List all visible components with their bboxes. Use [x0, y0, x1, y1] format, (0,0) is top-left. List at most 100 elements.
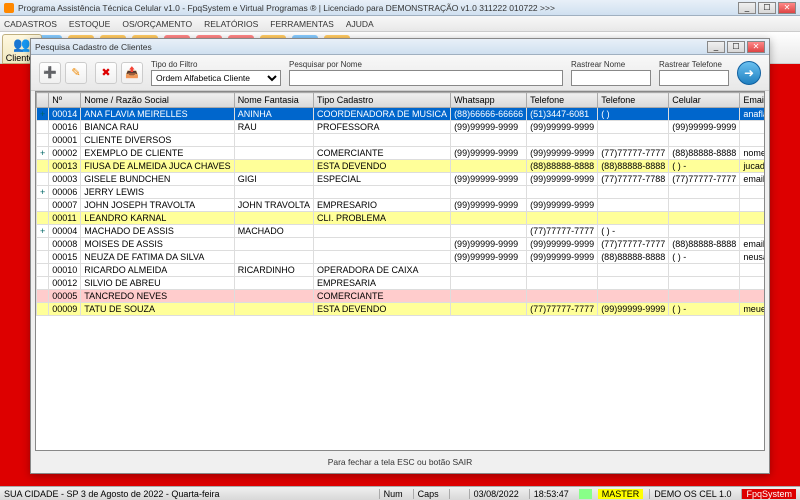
- table-cell: [740, 121, 765, 134]
- table-cell: (99)99999-9999: [451, 238, 527, 251]
- modal-title: Pesquisa Cadastro de Clientes: [35, 42, 707, 52]
- expand-icon[interactable]: +: [37, 186, 49, 199]
- status-num: Num: [379, 489, 407, 499]
- modal-close-button[interactable]: ✕: [747, 41, 765, 53]
- table-row[interactable]: 00003GISELE BUNDCHENGIGIESPECIAL(99)9999…: [37, 173, 766, 186]
- table-cell: 00010: [49, 264, 81, 277]
- col-header[interactable]: Telefone: [598, 93, 669, 108]
- export-button[interactable]: 📤: [121, 62, 143, 84]
- status-time: 18:53:47: [529, 489, 573, 499]
- table-row[interactable]: 00012SILVIO DE ABREUEMPRESARIA: [37, 277, 766, 290]
- menu-ajuda[interactable]: AJUDA: [346, 19, 374, 29]
- table-cell: 00002: [49, 147, 81, 160]
- expand-icon[interactable]: +: [37, 108, 49, 121]
- menu-os-orcamento[interactable]: OS/ORÇAMENTO: [122, 19, 192, 29]
- table-cell: [527, 264, 598, 277]
- table-row[interactable]: 00013FIUSA DE ALMEIDA JUCA CHAVESESTA DE…: [37, 160, 766, 173]
- table-cell: 00011: [49, 212, 81, 225]
- table-row[interactable]: 00007JOHN JOSEPH TRAVOLTAJOHN TRAVOLTAEM…: [37, 199, 766, 212]
- table-row[interactable]: 00008MOISES DE ASSIS(99)99999-9999(99)99…: [37, 238, 766, 251]
- search-go-button[interactable]: ➜: [737, 61, 761, 85]
- expand-icon: [37, 303, 49, 316]
- table-row[interactable]: +00004MACHADO DE ASSISMACHADO(77)77777-7…: [37, 225, 766, 238]
- expand-icon: [37, 134, 49, 147]
- table-cell: RICARDINHO: [234, 264, 313, 277]
- status-master: MASTER: [598, 489, 644, 499]
- modal-minimize-button[interactable]: _: [707, 41, 725, 53]
- table-cell: [598, 277, 669, 290]
- col-header[interactable]: [37, 93, 49, 108]
- table-cell: [527, 134, 598, 147]
- table-cell: [451, 212, 527, 225]
- table-row[interactable]: 00005TANCREDO NEVESCOMERCIANTE: [37, 290, 766, 303]
- col-header[interactable]: Celular: [669, 93, 740, 108]
- table-cell: CLIENTE DIVERSOS: [81, 134, 234, 147]
- table-cell: [740, 277, 765, 290]
- expand-icon[interactable]: +: [37, 147, 49, 160]
- table-row[interactable]: 00001CLIENTE DIVERSOS: [37, 134, 766, 147]
- table-cell: [598, 290, 669, 303]
- menu-estoque[interactable]: ESTOQUE: [69, 19, 110, 29]
- edit-button[interactable]: ✎: [65, 62, 87, 84]
- table-cell: [234, 290, 313, 303]
- table-cell: (88)66666-66666: [451, 108, 527, 121]
- track-name-label: Rastrear Nome: [571, 60, 651, 69]
- table-cell: [234, 186, 313, 199]
- table-row[interactable]: +00006JERRY LEWIS: [37, 186, 766, 199]
- table-cell: [669, 212, 740, 225]
- menu-ferramentas[interactable]: FERRAMENTAS: [270, 19, 334, 29]
- filter-type-select[interactable]: Ordem Alfabetica Cliente: [151, 70, 281, 86]
- maximize-button[interactable]: ☐: [758, 2, 776, 14]
- table-row[interactable]: 00010RICARDO ALMEIDARICARDINHOOPERADORA …: [37, 264, 766, 277]
- add-button[interactable]: ➕: [39, 62, 61, 84]
- table-cell: (99)99999-9999: [527, 147, 598, 160]
- table-cell: (88)88888-8888: [598, 251, 669, 264]
- table-cell: (99)99999-9999: [527, 251, 598, 264]
- table-cell: [669, 134, 740, 147]
- col-header[interactable]: Nº: [49, 93, 81, 108]
- table-cell: [314, 225, 451, 238]
- expand-icon[interactable]: +: [37, 225, 49, 238]
- table-cell: JOHN JOSEPH TRAVOLTA: [81, 199, 234, 212]
- col-header[interactable]: Email >>>: [740, 93, 765, 108]
- status-location: SUA CIDADE - SP 3 de Agosto de 2022 - Qu…: [4, 489, 219, 499]
- main-menubar: CADASTROS ESTOQUE OS/ORÇAMENTO RELATÓRIO…: [0, 16, 800, 32]
- table-row[interactable]: 00009TATU DE SOUZAESTA DEVENDO(77)77777-…: [37, 303, 766, 316]
- table-row[interactable]: +00002EXEMPLO DE CLIENTECOMERCIANTE(99)9…: [37, 147, 766, 160]
- table-cell: (99)99999-9999: [451, 251, 527, 264]
- window-title: Programa Assistência Técnica Celular v1.…: [18, 3, 738, 13]
- table-cell: [314, 134, 451, 147]
- minimize-button[interactable]: _: [738, 2, 756, 14]
- table-cell: [527, 212, 598, 225]
- col-header[interactable]: Whatsapp: [451, 93, 527, 108]
- menu-cadastros[interactable]: CADASTROS: [4, 19, 57, 29]
- table-row[interactable]: 00016BIANCA RAURAUPROFESSORA(99)99999-99…: [37, 121, 766, 134]
- close-button[interactable]: ✕: [778, 2, 796, 14]
- table-cell: COMERCIANTE: [314, 290, 451, 303]
- status-brand: FpqSystem: [741, 489, 796, 499]
- col-header[interactable]: Nome Fantasia: [234, 93, 313, 108]
- search-name-input[interactable]: [289, 70, 563, 86]
- col-header[interactable]: Telefone: [527, 93, 598, 108]
- results-table-wrap[interactable]: NºNome / Razão SocialNome FantasiaTipo C…: [35, 91, 765, 451]
- delete-button[interactable]: ✖: [95, 62, 117, 84]
- table-row[interactable]: 00015NEUZA DE FATIMA DA SILVA(99)99999-9…: [37, 251, 766, 264]
- modal-footer-hint: Para fechar a tela ESC ou botão SAIR: [31, 451, 769, 473]
- table-row[interactable]: 00011LEANDRO KARNALCLI. PROBLEMA: [37, 212, 766, 225]
- menu-relatorios[interactable]: RELATÓRIOS: [204, 19, 258, 29]
- track-name-input[interactable]: [571, 70, 651, 86]
- table-cell: 00006: [49, 186, 81, 199]
- col-header[interactable]: Tipo Cadastro: [314, 93, 451, 108]
- col-header[interactable]: Nome / Razão Social: [81, 93, 234, 108]
- table-cell: (99)99999-9999: [451, 121, 527, 134]
- table-cell: jucadealmeida@jucadealmeida.com.b: [740, 160, 765, 173]
- status-date: 03/08/2022: [469, 489, 523, 499]
- table-cell: COMERCIANTE: [314, 147, 451, 160]
- search-name-label: Pesquisar por Nome: [289, 60, 563, 69]
- modal-maximize-button[interactable]: ☐: [727, 41, 745, 53]
- table-cell: [234, 238, 313, 251]
- table-cell: [527, 277, 598, 290]
- table-row[interactable]: +00014ANA FLAVIA MEIRELLESANINHACOORDENA…: [37, 108, 766, 121]
- table-cell: [234, 251, 313, 264]
- track-phone-input[interactable]: [659, 70, 729, 86]
